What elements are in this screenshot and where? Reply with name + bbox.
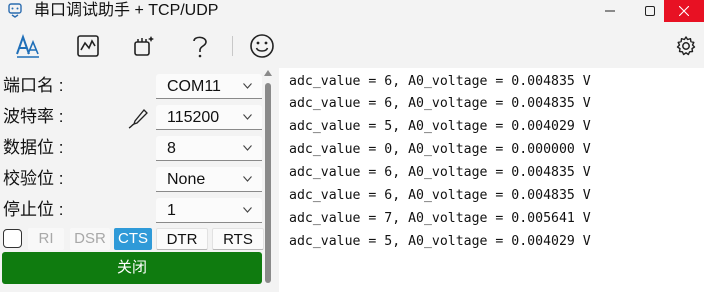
output-line: adc_value = 6, A0_voltage = 0.004835 V — [289, 96, 591, 111]
chevron-down-icon — [243, 145, 252, 151]
magic-clean-button[interactable] — [130, 32, 158, 60]
close-window-button[interactable] — [664, 0, 704, 22]
parity-label: 校验位 : — [3, 169, 64, 188]
parity-row: 校验位 : None — [0, 164, 266, 195]
settings-button[interactable] — [672, 32, 700, 60]
smiley-icon — [250, 34, 274, 58]
pen-edit-icon[interactable] — [128, 108, 150, 130]
minimize-icon — [605, 10, 615, 12]
dsr-indicator: DSR — [70, 228, 110, 250]
help-icon — [193, 36, 207, 58]
dtr-button[interactable]: DTR — [156, 228, 208, 250]
smiley-button[interactable] — [248, 32, 276, 60]
stopbits-label: 停止位 : — [3, 200, 64, 219]
parity-value: None — [167, 171, 206, 188]
chevron-down-icon — [243, 114, 252, 120]
baud-row: 波特率 : 115200 — [0, 102, 266, 133]
port-row: 端口名 : COM11 — [0, 71, 266, 102]
databits-select-underline — [156, 160, 262, 161]
close-icon — [679, 6, 689, 16]
databits-value: 8 — [167, 140, 176, 157]
databits-row: 数据位 : 8 — [0, 133, 266, 164]
maximize-icon — [645, 6, 655, 16]
stopbits-value: 1 — [167, 202, 176, 219]
scrollbar-thumb[interactable] — [265, 83, 271, 283]
ri-indicator: RI — [28, 228, 64, 250]
port-select[interactable]: COM11 — [156, 74, 262, 99]
stopbits-row: 停止位 : 1 — [0, 195, 266, 226]
serial-settings-panel: 端口名 : COM11 波特率 : 115200 数据位 : 8 校验位 : N… — [0, 68, 276, 292]
signal-checkbox[interactable] — [3, 229, 22, 248]
baud-select[interactable]: 115200 — [156, 105, 262, 130]
stopbits-select[interactable]: 1 — [156, 198, 262, 223]
minimize-button[interactable] — [590, 0, 630, 22]
settings-scrollbar[interactable] — [263, 68, 273, 292]
port-label: 端口名 : — [3, 76, 64, 95]
chevron-down-icon — [243, 207, 252, 213]
window-title: 串口调试助手 + TCP/UDP — [34, 2, 219, 19]
help-button[interactable] — [186, 32, 214, 60]
port-select-underline — [156, 98, 262, 99]
baud-value: 115200 — [167, 109, 220, 126]
settings-gear-icon — [676, 36, 696, 56]
toolbar — [0, 24, 704, 68]
output-line: adc_value = 5, A0_voltage = 0.004029 V — [289, 119, 591, 134]
chevron-down-icon — [243, 176, 252, 182]
receive-output-area[interactable]: adc_value = 6, A0_voltage = 0.004835 V a… — [279, 68, 704, 292]
toolbar-separator — [232, 36, 233, 56]
title-bar: 串口调试助手 + TCP/UDP — [0, 0, 704, 22]
text-style-icon — [16, 33, 39, 58]
text-style-button[interactable] — [14, 32, 42, 60]
parity-select[interactable]: None — [156, 167, 262, 192]
waveform-icon — [77, 35, 99, 57]
databits-label: 数据位 : — [3, 138, 64, 157]
magic-clean-icon — [134, 36, 154, 56]
signal-row: RI DSR CTS DTR RTS — [0, 227, 266, 251]
parity-select-underline — [156, 191, 262, 192]
output-line: adc_value = 6, A0_voltage = 0.004835 V — [289, 165, 591, 180]
baud-label: 波特率 : — [3, 107, 64, 126]
app-icon — [8, 3, 22, 18]
stopbits-select-underline — [156, 222, 262, 223]
waveform-button[interactable] — [74, 32, 102, 60]
output-line: adc_value = 6, A0_voltage = 0.004835 V — [289, 74, 591, 89]
scroll-up-arrow-icon[interactable] — [264, 70, 272, 76]
output-line: adc_value = 0, A0_voltage = 0.000000 V — [289, 142, 591, 157]
close-port-button[interactable]: 关闭 — [2, 252, 262, 284]
databits-select[interactable]: 8 — [156, 136, 262, 161]
output-line: adc_value = 6, A0_voltage = 0.004835 V — [289, 188, 591, 203]
port-value: COM11 — [167, 78, 221, 95]
output-line: adc_value = 7, A0_voltage = 0.005641 V — [289, 211, 591, 226]
chevron-down-icon — [243, 83, 252, 89]
cts-indicator: CTS — [114, 228, 152, 250]
rts-button[interactable]: RTS — [212, 228, 264, 250]
output-line: adc_value = 5, A0_voltage = 0.004029 V — [289, 234, 591, 249]
baud-select-underline — [156, 129, 262, 130]
